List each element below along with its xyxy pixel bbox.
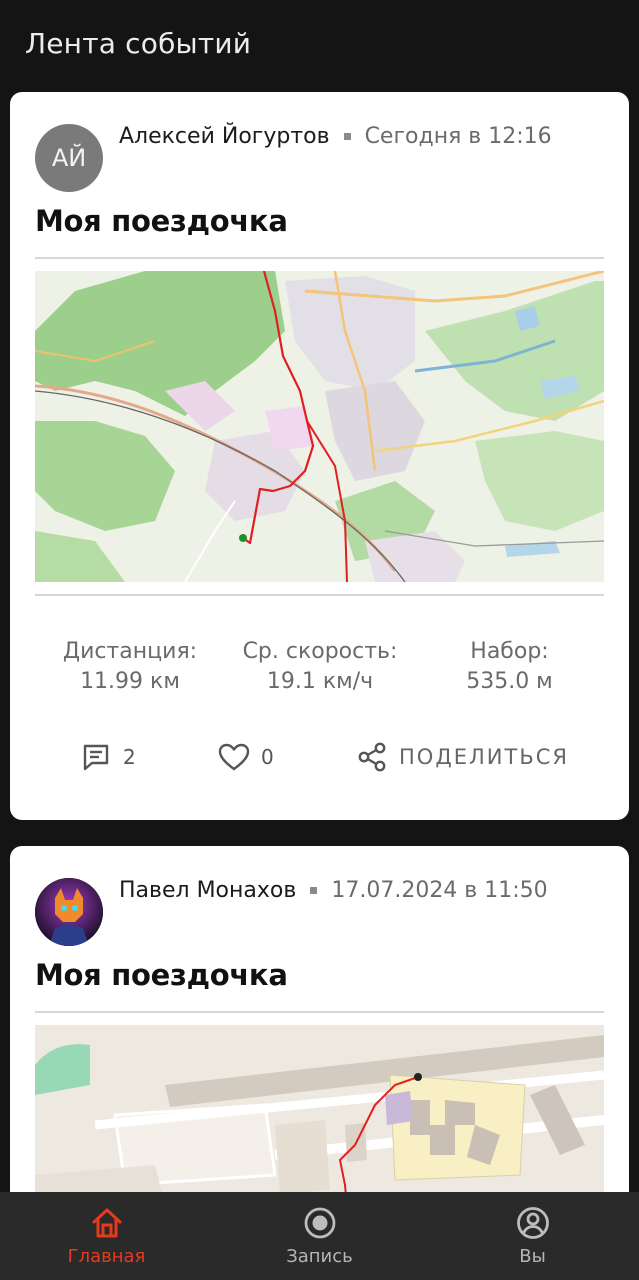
post-title[interactable]: Моя поездочка [35, 958, 288, 992]
route-map-image [35, 1025, 604, 1206]
feed-post-card[interactable]: АЙ Алексей Йогуртов Сегодня в 12:16 Моя … [10, 92, 629, 820]
divider [35, 1011, 604, 1013]
record-icon [303, 1206, 337, 1240]
feed-post-card[interactable]: Павел Монахов 17.07.2024 в 11:50 Моя пое… [10, 846, 629, 1206]
author-name[interactable]: Павел Монахов [119, 878, 296, 903]
separator-dot [343, 132, 351, 140]
page-title: Лента событий [25, 27, 252, 60]
comments-count: 2 [123, 745, 136, 769]
stat-label: Дистанция: [62, 639, 198, 664]
share-label: ПОДЕЛИТЬСЯ [399, 745, 569, 769]
nav-item-home[interactable]: Главная [0, 1192, 213, 1280]
nav-label: Запись [286, 1246, 353, 1267]
share-icon [355, 740, 389, 774]
post-meta: Павел Монахов 17.07.2024 в 11:50 [119, 874, 548, 906]
heart-icon [217, 740, 251, 774]
avatar[interactable] [35, 878, 103, 946]
avatar-initials: АЙ [51, 144, 87, 172]
share-button[interactable]: ПОДЕЛИТЬСЯ [355, 737, 569, 777]
comment-icon [79, 740, 113, 774]
nav-label: Главная [67, 1246, 146, 1267]
avatar[interactable]: АЙ [35, 124, 103, 192]
nav-label: Вы [519, 1246, 546, 1267]
ride-stats: Дистанция: 11.99 км Ср. скорость: 19.1 к… [35, 637, 604, 697]
nav-item-profile[interactable]: Вы [426, 1192, 639, 1280]
divider [35, 257, 604, 259]
post-actions: 2 0 ПОДЕЛИТЬСЯ [35, 737, 604, 777]
divider [35, 594, 604, 596]
author-name[interactable]: Алексей Йогуртов [119, 124, 330, 149]
stat-label: Набор: [470, 639, 549, 664]
post-timestamp: 17.07.2024 в 11:50 [331, 877, 548, 903]
route-map[interactable] [35, 1025, 604, 1206]
avatar-image [35, 878, 103, 946]
stat-distance: Дистанция: 11.99 км [35, 637, 225, 697]
top-app-bar: Лента событий [0, 0, 639, 92]
stat-elevation-gain: Набор: 535.0 м [415, 637, 604, 697]
nav-item-record[interactable]: Запись [213, 1192, 426, 1280]
likes-count: 0 [261, 745, 274, 769]
post-title[interactable]: Моя поездочка [35, 204, 288, 238]
stat-avg-speed: Ср. скорость: 19.1 км/ч [225, 637, 415, 697]
like-button[interactable]: 0 [217, 737, 274, 777]
separator-dot [310, 886, 318, 894]
bottom-navigation: Главная Запись Вы [0, 1192, 639, 1280]
stat-value: 19.1 км/ч [266, 669, 374, 694]
post-meta: Алексей Йогуртов Сегодня в 12:16 [119, 120, 552, 152]
post-timestamp: Сегодня в 12:16 [364, 123, 552, 149]
stat-label: Ср. скорость: [242, 639, 398, 664]
stat-value: 535.0 м [466, 669, 553, 694]
stat-value: 11.99 км [80, 669, 180, 694]
app-root: Лента событий АЙ Алексей Йогуртов Сегодн… [0, 0, 639, 1280]
comments-button[interactable]: 2 [79, 737, 136, 777]
profile-icon [516, 1206, 550, 1240]
home-icon [90, 1206, 124, 1240]
route-map-image [35, 271, 604, 582]
route-map[interactable] [35, 271, 604, 582]
